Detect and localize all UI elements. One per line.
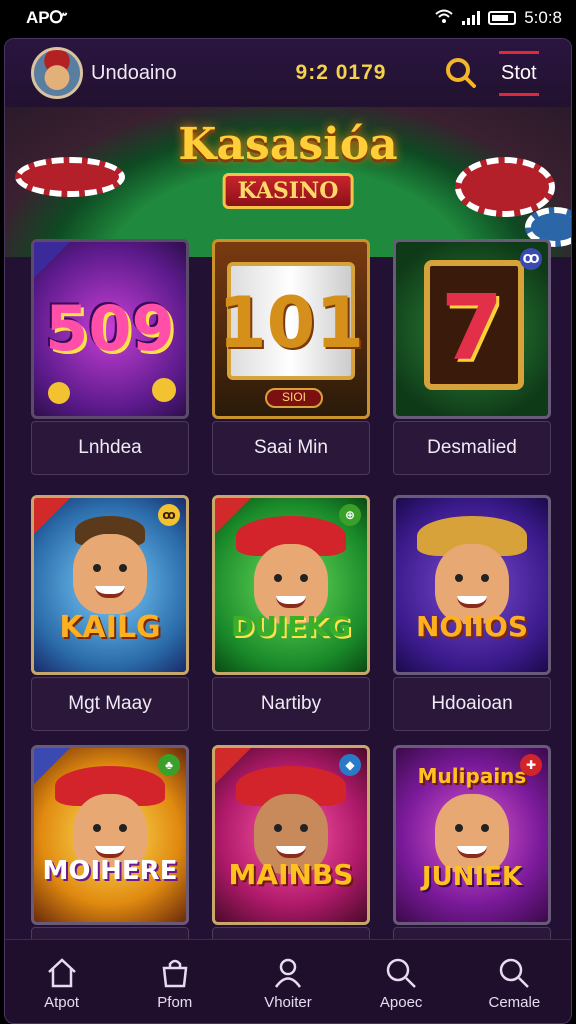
- game-art-text: 101: [217, 282, 365, 364]
- search-icon: [446, 58, 476, 88]
- app-window: Undoaino 9:2 0179 Stot Kasasióa KASINO 5…: [4, 38, 572, 1024]
- banner-title: Kasasióa: [178, 119, 398, 170]
- nav-bag[interactable]: Pfom: [125, 956, 225, 1011]
- nav-home[interactable]: Atpot: [12, 956, 112, 1011]
- ribbon-icon: [34, 498, 70, 534]
- search-icon: [500, 958, 530, 988]
- username: Undoaino: [91, 61, 177, 84]
- game-thumbnail[interactable]: 101 SIOI: [212, 239, 370, 419]
- game-thumbnail[interactable]: KAILG ꝏ: [31, 495, 189, 675]
- nav-label: Apoec: [379, 994, 423, 1011]
- character-face: [73, 534, 147, 614]
- badge-icon: ꝏ: [158, 504, 180, 526]
- banner-subtitle: KASINO: [222, 173, 354, 209]
- game-label[interactable]: Saai Min: [212, 421, 370, 475]
- ribbon-icon: [34, 242, 70, 278]
- game-thumbnail[interactable]: Mulipains JUNIEK ✚: [393, 745, 551, 925]
- balance: 9:2 0179: [295, 61, 387, 84]
- bag-icon: [162, 959, 188, 988]
- badge-icon: ⊕: [339, 504, 361, 526]
- status-icons: 5:0:8: [434, 8, 562, 29]
- coin-icon: [152, 378, 176, 402]
- game-thumbnail[interactable]: NOIIOS: [393, 495, 551, 675]
- nav-profile[interactable]: Vhoiter: [238, 956, 338, 1011]
- nav-search[interactable]: Apoec: [351, 956, 451, 1011]
- game-art-text: NOIIOS: [415, 610, 529, 643]
- game-art-text: MOIHERE: [42, 856, 178, 886]
- game-label[interactable]: Lnhdea: [31, 421, 189, 475]
- game-thumbnail[interactable]: DUIEKG ⊕: [212, 495, 370, 675]
- carrier-label: APᏅ: [26, 8, 68, 27]
- person-icon: [274, 958, 301, 988]
- clock: 5:0:8: [524, 8, 562, 27]
- game-thumbnail[interactable]: MOIHERE ♣: [31, 745, 189, 925]
- status-bar: APᏅ 5:0:8: [0, 0, 576, 36]
- game-art-subtext: SIOI: [265, 388, 323, 408]
- game-label[interactable]: Nartiby: [212, 677, 370, 731]
- nav-label: Atpot: [44, 994, 80, 1011]
- game-art-text: 509: [45, 292, 175, 365]
- game-thumbnail[interactable]: 7 Ꝏ: [393, 239, 551, 419]
- top-bar: Undoaino 9:2 0179 Stot: [5, 39, 571, 107]
- promo-banner[interactable]: Kasasióa KASINO: [5, 107, 571, 257]
- badge-icon: ✚: [520, 754, 542, 776]
- game-thumbnail[interactable]: MAINBS ◆: [212, 745, 370, 925]
- nav-label: Cemale: [488, 994, 541, 1011]
- battery-icon: [488, 11, 517, 25]
- home-icon: [47, 958, 76, 988]
- badge-icon: ◆: [339, 754, 361, 776]
- search-button[interactable]: [441, 53, 481, 93]
- coin-icon: [48, 382, 70, 404]
- badge-icon: Ꝏ: [520, 248, 542, 270]
- game-art-text: MAINBS: [228, 858, 354, 891]
- tab-slot[interactable]: Stot: [499, 50, 539, 96]
- nav-label: Vhoiter: [264, 994, 312, 1011]
- game-label[interactable]: Desmalied: [393, 421, 551, 475]
- signal-icon: [462, 11, 481, 25]
- search-icon: [386, 958, 417, 988]
- game-art-text: DUIEKG: [230, 610, 352, 643]
- game-art-text: JUNIEK: [421, 862, 523, 892]
- nav-label: Pfom: [157, 994, 193, 1011]
- wifi-icon: [434, 8, 454, 29]
- game-art-text: KAILG: [59, 610, 161, 645]
- game-label[interactable]: Mgt Maay: [31, 677, 189, 731]
- nav-search-2[interactable]: Cemale: [464, 956, 564, 1011]
- bottom-nav: Atpot Pfom Vhoiter Apoec Cemale: [5, 939, 571, 1023]
- avatar[interactable]: [31, 47, 83, 99]
- game-art-text: 7: [440, 276, 504, 381]
- badge-icon: ♣: [158, 754, 180, 776]
- game-thumbnail[interactable]: 509: [31, 239, 189, 419]
- game-label[interactable]: Hdoaioan: [393, 677, 551, 731]
